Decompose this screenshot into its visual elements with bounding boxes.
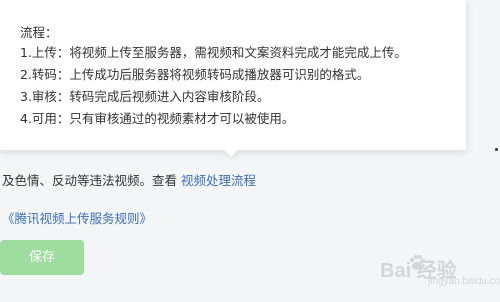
process-tooltip: 流程： 1.上传：将视频上传至服务器，需视频和文案资料完成才能完成上传。 2.转…: [0, 0, 466, 150]
tooltip-step-transcode: 2.转码：上传成功后服务器将视频转码成播放器可识别的格式。: [20, 67, 370, 82]
info-text: 及色情、反动等违法视频。查看: [2, 173, 181, 188]
baidu-watermark: Bai 经验 jingyan.baidu.com: [380, 250, 500, 295]
video-process-link[interactable]: 视频处理流程: [181, 173, 256, 188]
tooltip-step-upload: 1.上传：将视频上传至服务器，需视频和文案资料完成才能完成上传。: [20, 45, 407, 60]
save-button[interactable]: 保存: [0, 240, 84, 275]
paw-icon: [410, 255, 425, 270]
info-line: 及色情、反动等违法视频。查看 视频处理流程: [2, 170, 256, 189]
tooltip-step-available: 4.可用：只有审核通过的视频素材才可以被使用。: [20, 111, 295, 126]
tooltip-title: 流程：: [20, 25, 58, 40]
tooltip-step-review: 3.审核：转码完成后视频进入内容审核阶段。: [20, 89, 270, 104]
dot-marker: [495, 148, 498, 151]
watermark-url: jingyan.baidu.com: [428, 276, 500, 287]
upload-rules-link[interactable]: 《腾讯视频上传服务规则》: [2, 208, 152, 227]
